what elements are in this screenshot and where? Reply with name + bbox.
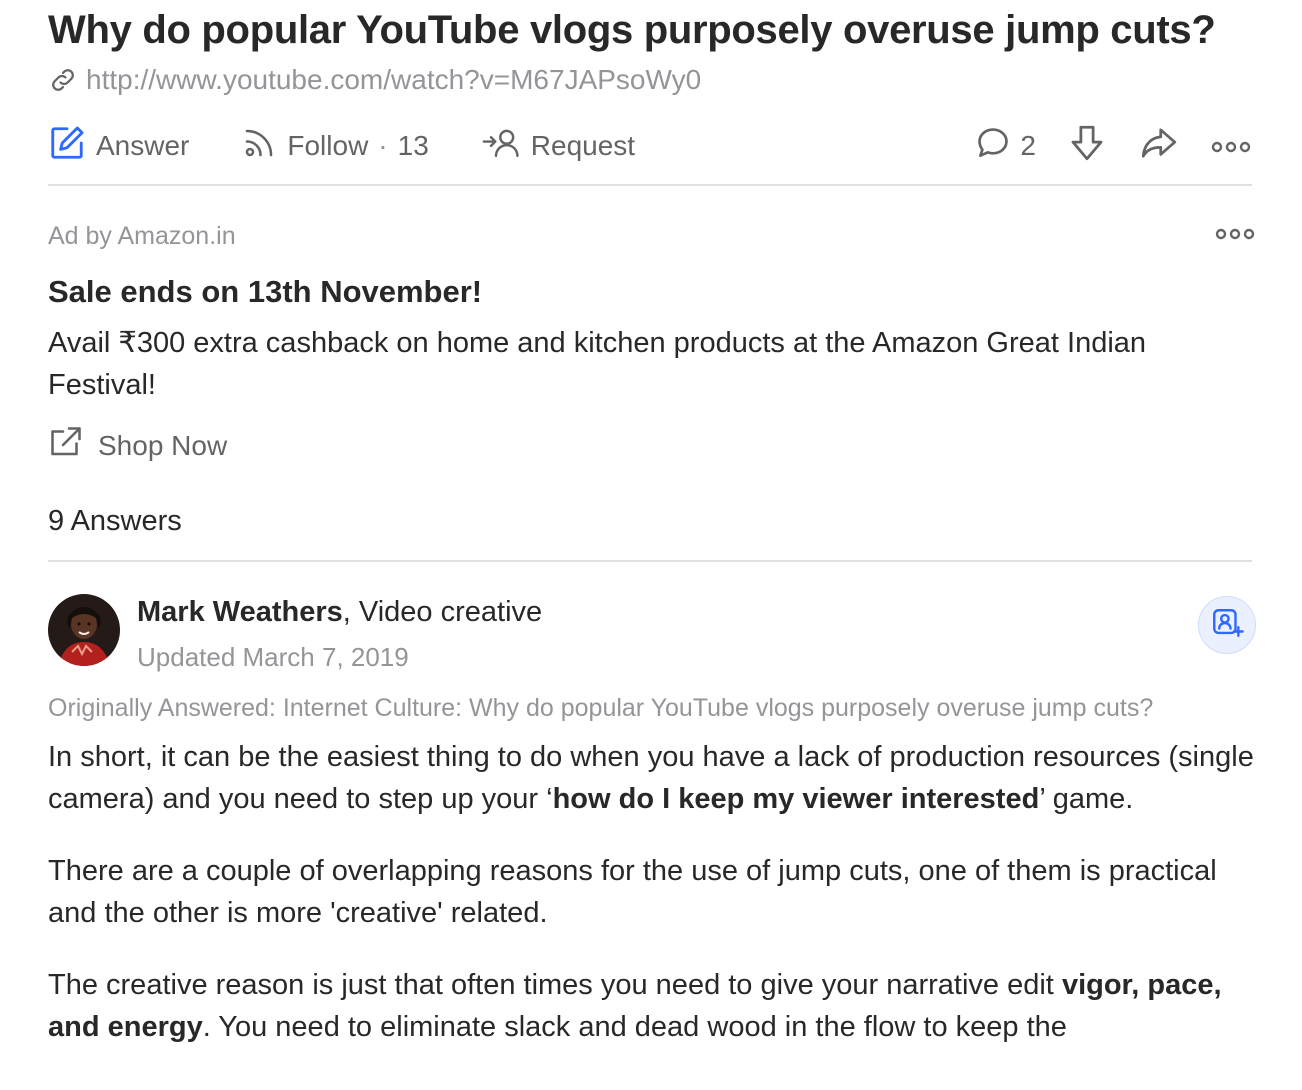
follow-button[interactable]: Follow · 13 [241,125,429,168]
question-action-bar: Answer Follow · 13 Request 2 [48,118,1252,174]
more-options-button[interactable] [1210,130,1252,162]
more-icon [1214,228,1256,246]
request-label: Request [530,130,636,161]
answer-paragraph-2: There are a couple of overlapping reason… [48,855,1217,929]
answer-label: Answer [96,130,190,161]
share-icon [1138,122,1180,171]
answer-body: In short, it can be the easiest thing to… [48,736,1254,1078]
follow-rss-icon [241,125,277,168]
answer-bold-text: how do I keep my viewer interested [552,783,1040,815]
ad-attribution: Ad by Amazon.in [48,222,236,250]
follow-count: 13 [397,130,429,161]
follow-author-button[interactable] [1198,596,1256,654]
answer-paragraph-1: In short, it can be the easiest thing to… [48,736,1254,820]
answer-text: ’ game. [1039,783,1134,815]
ad-body[interactable]: Avail ₹300 extra cashback on home and ki… [48,322,1252,406]
follow-label: Follow [287,130,369,161]
answer-button[interactable]: Answer [48,124,189,169]
link-icon [48,65,78,95]
action-bar-right: 2 [974,118,1252,174]
shop-now-label: Shop Now [98,429,228,461]
answer-paragraph-3: The creative reason is just that often t… [48,964,1254,1048]
header-divider [48,184,1252,186]
add-user-icon [1210,606,1244,645]
request-button[interactable]: Request [481,125,635,168]
question-link[interactable]: http://www.youtube.com/watch?v=M67JAPsoW… [48,64,701,96]
answers-count: 9 Answers [48,505,182,537]
follow-separator: · [378,130,388,161]
share-button[interactable] [1138,122,1180,171]
answer-text: . You need to eliminate slack and dead w… [202,1011,1067,1043]
author-credential[interactable]: , Video creative [343,596,542,628]
external-link-icon [48,424,84,467]
ad-headline[interactable]: Sale ends on 13th November! [48,274,482,310]
question-title[interactable]: Why do popular YouTube vlogs purposely o… [48,8,1216,53]
originally-answered[interactable]: Originally Answered: Internet Culture: W… [48,694,1153,723]
downvote-icon [1066,122,1108,171]
comment-icon [974,124,1012,169]
avatar[interactable] [48,594,120,666]
request-person-icon [481,125,521,168]
answer-updated-date[interactable]: Updated March 7, 2019 [137,642,409,673]
question-link-text: http://www.youtube.com/watch?v=M67JAPsoW… [86,64,702,95]
pencil-icon [48,124,86,169]
author-name[interactable]: Mark Weathers [137,596,343,628]
downvote-button[interactable] [1066,122,1108,171]
shop-now-link[interactable]: Shop Now [48,424,227,467]
comments-button[interactable]: 2 [974,124,1036,169]
answer-text: The creative reason is just that often t… [48,969,1062,1001]
comments-count: 2 [1020,130,1036,161]
ad-more-options-button[interactable] [1214,226,1256,247]
answers-divider [48,560,1252,562]
author-line: Mark Weathers, Video creative [137,596,542,629]
more-icon [1210,130,1252,162]
